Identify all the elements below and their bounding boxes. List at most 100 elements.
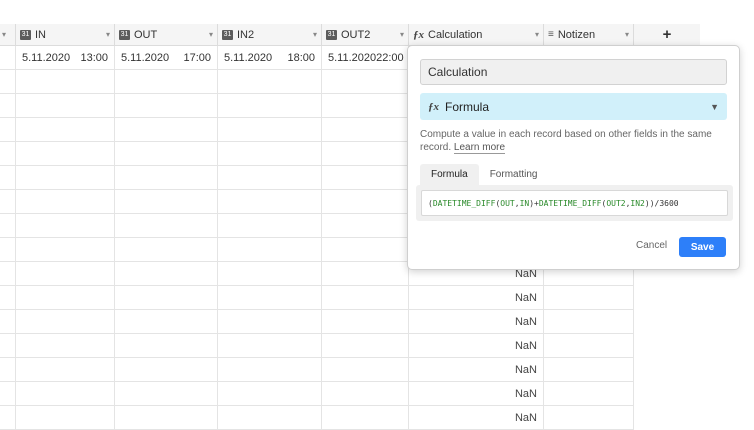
learn-more-link[interactable]: Learn more [453,142,506,154]
table-row[interactable]: NaN [0,310,634,334]
cell-in2[interactable] [218,166,322,189]
table-row[interactable]: NaN [0,382,634,406]
cell-in[interactable] [16,118,115,141]
cell-in2[interactable] [218,358,322,381]
cell-out2[interactable] [322,118,409,141]
cell-out[interactable] [115,214,218,237]
table-row[interactable]: NaN [0,406,634,430]
cell-in2[interactable] [218,286,322,309]
cell-out[interactable] [115,358,218,381]
cell-out[interactable]: 5.11.2020 17:00 [115,46,218,69]
chevron-down-icon[interactable]: ▾ [625,30,629,39]
cell-out2[interactable] [322,262,409,285]
cell-in[interactable] [16,190,115,213]
cell-in2[interactable] [218,382,322,405]
cell-out2[interactable] [322,382,409,405]
cell-in[interactable] [16,262,115,285]
cell-out2[interactable] [322,214,409,237]
cell-out2[interactable] [322,142,409,165]
cell-notizen[interactable] [544,334,634,357]
cell-in[interactable] [16,334,115,357]
cell-out[interactable] [115,190,218,213]
save-button[interactable]: Save [679,237,726,257]
cell-in[interactable] [16,310,115,333]
cell-out[interactable] [115,142,218,165]
column-header-notizen[interactable]: ≡ Notizen ▾ [544,24,634,46]
cell-out2[interactable] [322,190,409,213]
cell-out2[interactable] [322,70,409,93]
row-number-cell[interactable] [0,262,16,285]
table-row[interactable]: NaN [0,334,634,358]
column-header-out2[interactable]: 31 OUT2 ▾ [322,24,409,46]
cell-in[interactable] [16,214,115,237]
cell-out[interactable] [115,406,218,429]
cell-out[interactable] [115,94,218,117]
row-number-cell[interactable] [0,46,16,69]
cell-in[interactable] [16,70,115,93]
row-number-cell[interactable] [0,310,16,333]
cell-out2[interactable] [322,334,409,357]
row-number-cell[interactable] [0,334,16,357]
tab-formula[interactable]: Formula [420,164,479,185]
row-number-cell[interactable] [0,214,16,237]
row-number-cell[interactable] [0,190,16,213]
chevron-down-icon[interactable]: ▾ [2,30,6,39]
row-number-cell[interactable] [0,142,16,165]
cell-in2[interactable] [218,262,322,285]
cell-in[interactable]: 5.11.2020 13:00 [16,46,115,69]
column-header-out[interactable]: 31 OUT ▾ [115,24,218,46]
cell-in2[interactable] [218,214,322,237]
cell-in[interactable] [16,166,115,189]
row-number-cell[interactable] [0,382,16,405]
row-number-cell[interactable] [0,358,16,381]
field-type-select[interactable]: ƒx Formula ▼ [420,93,727,120]
cell-in2[interactable] [218,334,322,357]
tab-formatting[interactable]: Formatting [479,164,549,185]
column-header-in[interactable]: 31 IN ▾ [16,24,115,46]
chevron-down-icon[interactable]: ▾ [106,30,110,39]
cell-in2[interactable] [218,70,322,93]
cell-in[interactable] [16,286,115,309]
field-name-input[interactable]: Calculation [420,59,727,85]
cell-in[interactable] [16,94,115,117]
cell-in2[interactable] [218,406,322,429]
row-number-cell[interactable] [0,286,16,309]
cell-calculation[interactable]: NaN [409,310,544,333]
cell-in[interactable] [16,382,115,405]
cell-in2[interactable] [218,94,322,117]
cell-in2[interactable] [218,238,322,261]
chevron-down-icon[interactable]: ▾ [400,30,404,39]
cell-out[interactable] [115,118,218,141]
cell-in2[interactable] [218,310,322,333]
cell-in[interactable] [16,358,115,381]
cell-out2[interactable]: 5.11.2020 22:00 [322,46,409,69]
column-header-expand[interactable]: ▾ [0,24,16,46]
cell-in2[interactable]: 5.11.2020 18:00 [218,46,322,69]
cell-out[interactable] [115,238,218,261]
chevron-down-icon[interactable]: ▾ [535,30,539,39]
cell-out[interactable] [115,334,218,357]
cell-out[interactable] [115,382,218,405]
cell-in2[interactable] [218,118,322,141]
cell-notizen[interactable] [544,382,634,405]
row-number-cell[interactable] [0,238,16,261]
cell-notizen[interactable] [544,286,634,309]
add-column-button[interactable]: + [634,24,700,46]
cell-out2[interactable] [322,286,409,309]
row-number-cell[interactable] [0,166,16,189]
cell-out[interactable] [115,310,218,333]
cell-out2[interactable] [322,406,409,429]
row-number-cell[interactable] [0,118,16,141]
cell-out2[interactable] [322,166,409,189]
chevron-down-icon[interactable]: ▾ [209,30,213,39]
cell-out[interactable] [115,70,218,93]
cell-out2[interactable] [322,358,409,381]
row-number-cell[interactable] [0,406,16,429]
cell-calculation[interactable]: NaN [409,286,544,309]
cell-calculation[interactable]: NaN [409,358,544,381]
cancel-button[interactable]: Cancel [636,240,667,251]
cell-out2[interactable] [322,238,409,261]
cell-in[interactable] [16,406,115,429]
row-number-cell[interactable] [0,70,16,93]
formula-input[interactable]: (DATETIME_DIFF(OUT, IN) + DATETIME_DIFF(OUT… [421,190,728,216]
